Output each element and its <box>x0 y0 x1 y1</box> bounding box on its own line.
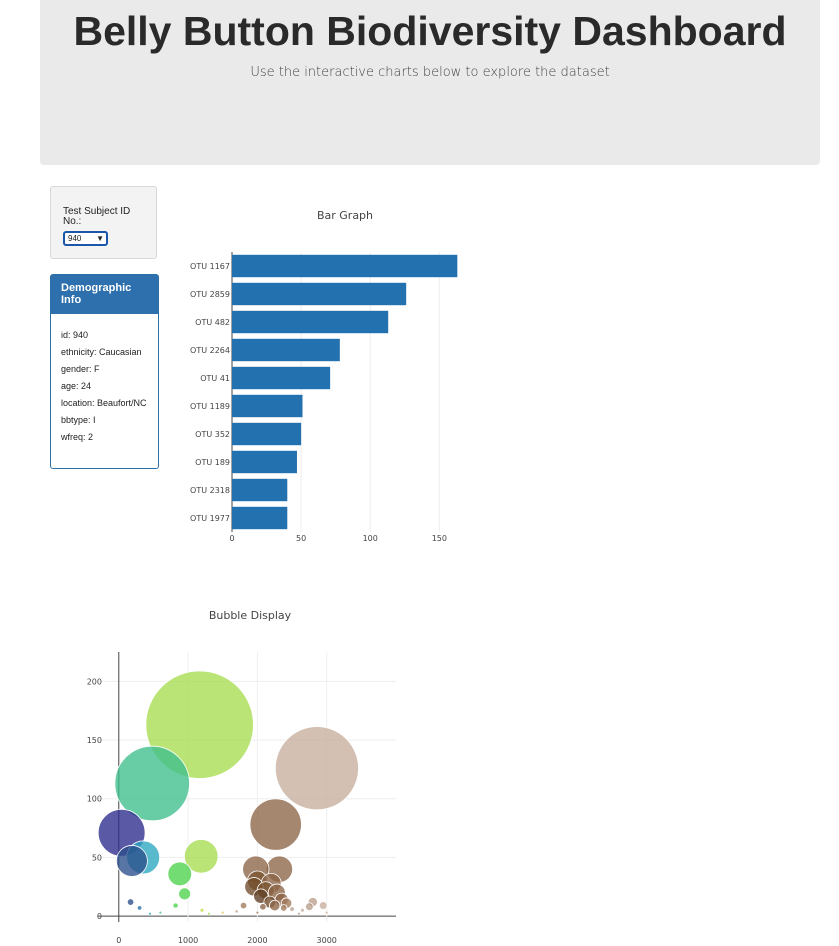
bubble-marker <box>199 907 205 913</box>
bar-chart-group: Bar Graph 0 50 100 150 OTU 1167 OTU 2859 OTU 48… <box>190 209 458 543</box>
bubble-marker <box>178 887 191 901</box>
bar-rect <box>232 394 303 418</box>
bubble-y-tick-label: 150 <box>87 736 102 745</box>
bar-rect <box>232 478 288 502</box>
bar-rect <box>232 254 458 278</box>
bubble-marker <box>249 798 302 851</box>
bubble-x-tick-label: 2000 <box>247 936 267 945</box>
bar-y-tick-label: OTU 2859 <box>190 290 230 299</box>
bubble-marker <box>269 899 281 912</box>
bar-y-tick-label: OTU 482 <box>195 318 230 327</box>
bubble-marker <box>115 845 148 877</box>
bubble-marker <box>239 901 248 910</box>
bubble-y-tick-label: 200 <box>87 677 102 686</box>
bubble-marker <box>220 910 225 915</box>
bubble-marker <box>289 906 295 912</box>
bar-x-tick-label: 100 <box>363 534 378 543</box>
bar-x-tick-label: 50 <box>296 534 306 543</box>
bubble-x-tick-label: 0 <box>116 936 121 945</box>
bubble-marker <box>136 905 143 911</box>
bubble-chart-group: Bubble Display0501001502000 1000 2000 3000 <box>87 609 396 945</box>
bubble-marker <box>172 902 179 909</box>
bar-chart-title: Bar Graph <box>317 209 373 222</box>
bubble-marker <box>206 911 211 916</box>
bubble-x-tick-label: 3000 <box>317 936 337 945</box>
bar-x-tick-label: 150 <box>432 534 447 543</box>
bar-y-tick-label: OTU 41 <box>200 374 230 383</box>
bubble-marker <box>255 910 260 915</box>
bar-rect <box>232 282 407 306</box>
bar-y-tick-label: OTU 2264 <box>190 346 230 355</box>
bar-rect <box>232 506 288 530</box>
bubble-marker <box>280 904 288 912</box>
bubble-marker <box>324 910 329 915</box>
bar-rect <box>232 450 297 474</box>
bubble-marker <box>274 726 359 811</box>
bar-y-tick-label: OTU 1977 <box>190 514 230 523</box>
bar-y-tick-label: OTU 1167 <box>190 262 230 271</box>
bubble-y-tick-label: 100 <box>87 795 102 804</box>
bubble-marker <box>167 861 193 887</box>
bubble-marker <box>148 911 152 916</box>
bubble-marker <box>318 901 328 910</box>
bubble-marker <box>305 902 314 912</box>
bubble-y-tick-label: 0 <box>97 912 102 921</box>
bar-rect <box>232 310 389 334</box>
bar-y-tick-label: OTU 352 <box>195 430 230 439</box>
bar-rect <box>232 366 331 390</box>
bar-chart[interactable]: Bar Graph 0 50 100 150 OTU 1167 OTU 2859 OTU 48… <box>0 0 839 946</box>
bar-x-tick-label: 0 <box>229 534 234 543</box>
bar-y-tick-label: OTU 2318 <box>190 486 230 495</box>
dashboard-page: Belly Button Biodiversity Dashboard Use … <box>0 0 839 946</box>
bar-rect <box>232 422 302 446</box>
bubble-x-tick-label: 1000 <box>178 936 198 945</box>
bar-rect <box>232 338 340 362</box>
bar-y-tick-label: OTU 189 <box>195 458 230 467</box>
bubble-marker <box>126 898 135 906</box>
bubble-marker <box>234 909 239 914</box>
bubble-marker <box>297 911 301 916</box>
bubble-chart-title: Bubble Display <box>209 609 292 622</box>
bar-y-tick-label: OTU 1189 <box>190 402 230 411</box>
bubble-y-tick-label: 50 <box>92 853 102 862</box>
bubble-marker <box>300 907 305 913</box>
bubble-marker <box>259 903 267 911</box>
bubble-marker <box>158 910 163 915</box>
